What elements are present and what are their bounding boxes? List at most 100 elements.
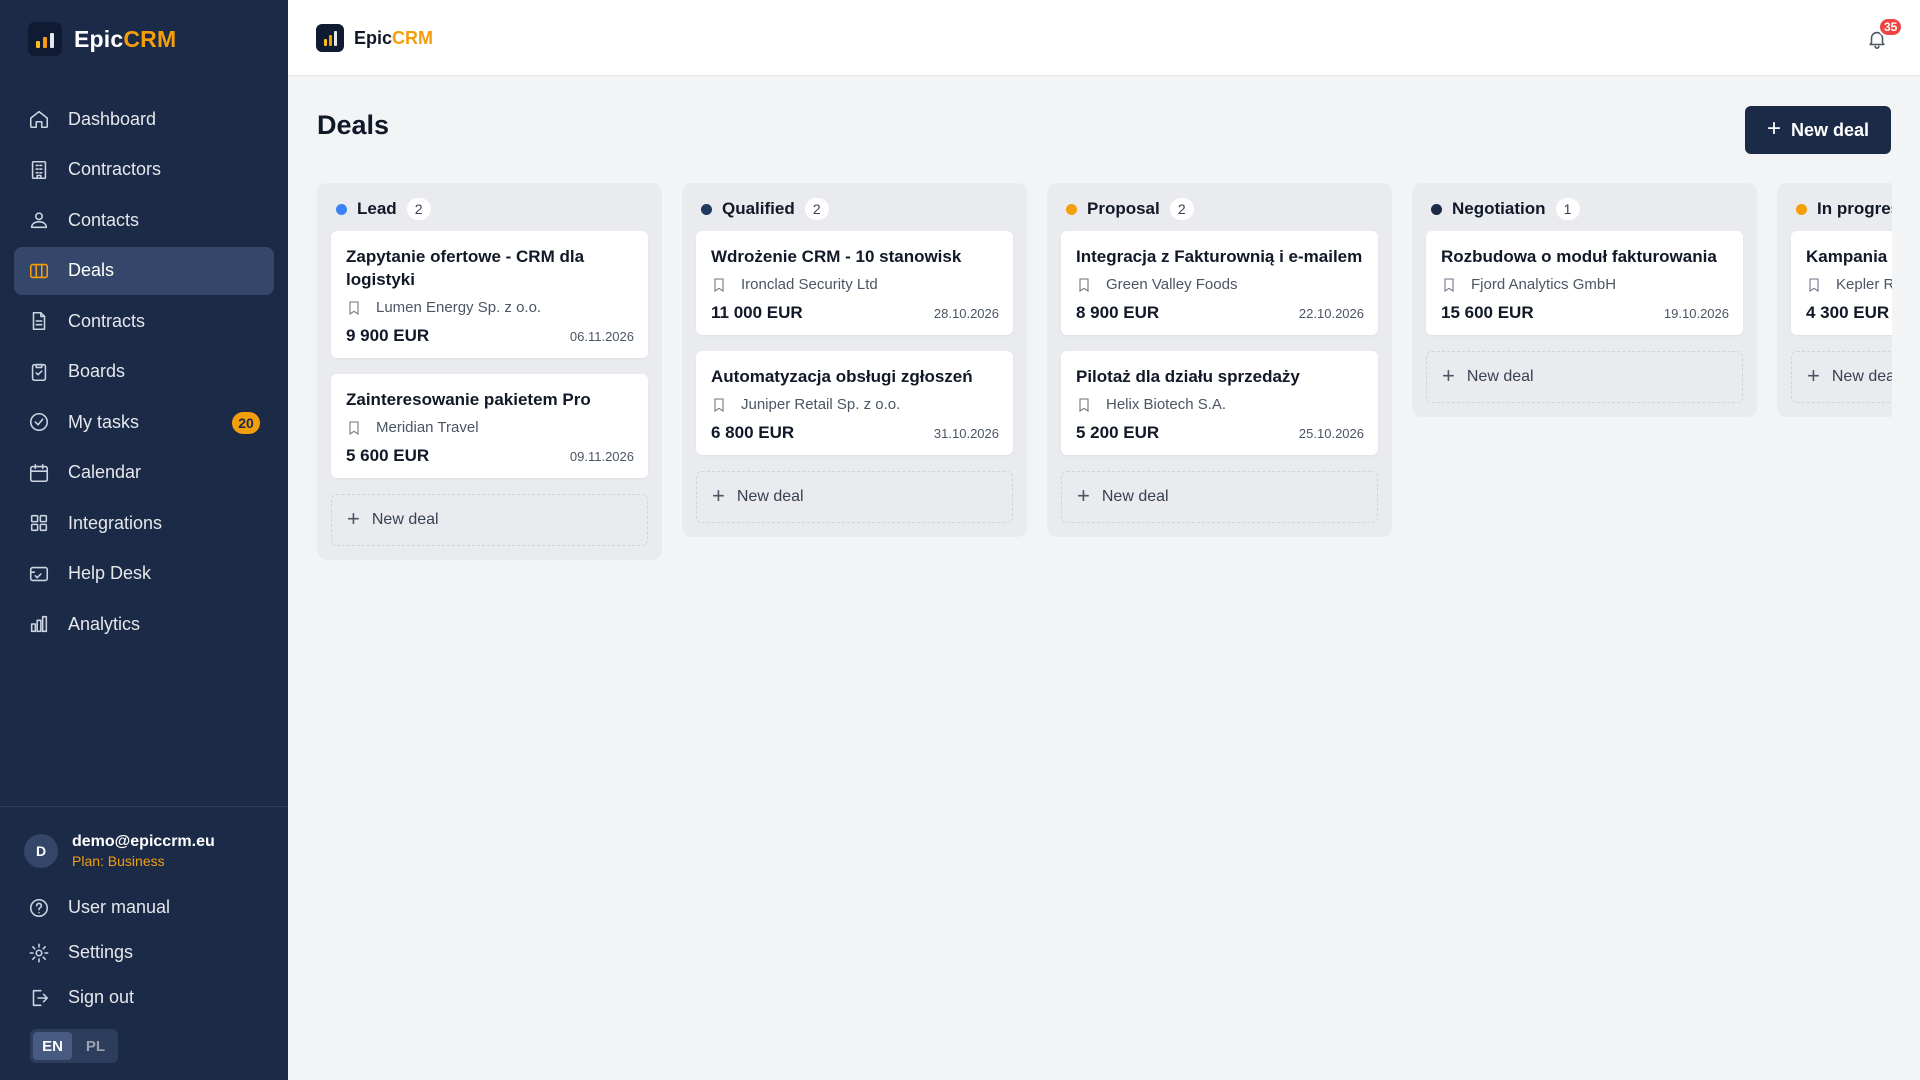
language-switcher: EN PL [30,1029,118,1063]
bookmark-icon [714,277,724,292]
deal-date: 28.10.2026 [933,306,999,321]
deal-card[interactable]: Wdrożenie CRM - 10 stanowisk Ironclad Se… [696,231,1013,335]
language-en[interactable]: EN [33,1032,72,1060]
user-profile[interactable]: D demo@epiccrm.eu Plan: Business [24,833,215,869]
brand[interactable]: EpicCRM [28,22,176,56]
sidebar-item-label: Boards [68,361,126,381]
settings-link[interactable]: Settings [14,930,274,975]
deal-amount: 11 000 EUR [711,303,803,322]
sidebar-item-label: Contacts [68,209,140,230]
column-in-progress: In progress 1 Kampania Kepler R 4 300 EU… [1777,183,1892,417]
sidebar-item-label: My tasks [68,411,140,432]
column-title: In progress [1817,199,1892,218]
sidebar-item-boards[interactable]: Boards [14,348,274,396]
document-icon [28,310,50,332]
deal-card[interactable]: Rozbudowa o moduł fakturowania Fjord Ana… [1426,231,1743,335]
column-title: Lead [357,199,397,218]
sidebar-item-contractors[interactable]: Contractors [14,146,274,194]
building-icon [28,159,50,181]
add-deal-button[interactable]: + New deal [696,471,1013,523]
avatar: D [24,834,58,868]
deal-card[interactable]: Integracja z Fakturownią i e-mailem Gree… [1061,231,1378,335]
tasks-count-badge: 20 [232,412,260,434]
column-lead: Lead 2 Zapytanie ofertowe - CRM dla logi… [317,183,662,560]
sign-out-icon [28,987,50,1009]
sidebar-item-label: Deals [68,260,115,280]
bookmark-icon [1079,397,1089,412]
footer-nav: User manual Settings Sign out [14,885,274,1020]
sidebar: EpicCRM Dashboard Contractors Contacts D… [0,0,288,1080]
home-icon [28,108,50,130]
deal-company: Meridian Travel [346,419,634,436]
deal-amount: 6 800 EUR [711,423,795,442]
bookmark-icon [349,300,359,315]
language-pl[interactable]: PL [76,1032,115,1060]
deal-title: Pilotaż dla działu sprzedaży [1076,367,1300,386]
deal-card[interactable]: Zainteresowanie pakietem Pro Meridian Tr… [331,374,648,478]
new-deal-button-label: New deal [1790,119,1870,140]
column-header: In progress 1 [1796,197,1892,221]
sidebar-item-integrations[interactable]: Integrations [14,499,274,547]
deal-title: Wdrożenie CRM - 10 stanowisk [711,247,962,266]
sidebar-item-help-desk[interactable]: Help Desk [14,550,274,598]
sidebar-item-deals[interactable]: Deals [14,246,274,295]
deal-footer: 5 200 EUR 25.10.2026 [1076,423,1364,443]
column-count: 2 [804,198,829,220]
deal-date: 22.10.2026 [1298,306,1364,321]
sidebar-item-contacts[interactable]: Contacts [14,196,274,244]
sidebar-item-label: Contracts [68,310,146,331]
status-dot [1431,203,1442,215]
column-header: Lead 2 [336,197,648,221]
deal-title: Integracja z Fakturownią i e-mailem [1076,247,1363,266]
plus-icon: + [1766,115,1781,142]
logo-icon [28,22,62,56]
user-manual-link[interactable]: User manual [14,885,274,930]
sidebar-item-my-tasks[interactable]: My tasks 20 [14,398,274,446]
deal-title: Kampania [1806,247,1888,266]
logo-icon [316,24,344,52]
deal-date: 09.11.2026 [569,449,634,464]
footer-item-label: Settings [68,942,134,962]
user-email: demo@epiccrm.eu [72,833,215,850]
add-deal-button[interactable]: + New deal [1791,351,1892,403]
add-deal-label: New deal [1831,368,1892,385]
sidebar-item-label: Calendar [68,462,142,482]
deal-footer: 4 300 EUR [1806,303,1892,323]
plus-icon: + [1807,363,1820,388]
column-header: Qualified 2 [701,197,1013,221]
add-deal-button[interactable]: + New deal [1426,351,1743,403]
add-deal-button[interactable]: + New deal [331,494,648,546]
sidebar-item-calendar[interactable]: Calendar [14,449,274,497]
grid-icon [28,512,50,534]
deal-amount: 15 600 EUR [1441,303,1534,322]
bookmark-icon [349,420,359,435]
topbar-brand[interactable]: EpicCRM [316,24,433,52]
sign-out-link[interactable]: Sign out [14,975,274,1020]
sidebar-item-contracts[interactable]: Contracts [14,297,274,345]
add-deal-button[interactable]: + New deal [1061,471,1378,523]
notifications-badge: 35 [1878,17,1904,37]
deal-company: Fjord Analytics GmbH [1441,276,1729,293]
deal-card[interactable]: Pilotaż dla działu sprzedaży Helix Biote… [1061,351,1378,455]
topbar: EpicCRM 35 [288,0,1920,76]
column-title: Negotiation [1452,199,1546,218]
notifications-button[interactable]: 35 [1866,17,1904,50]
deal-title: Zapytanie ofertowe - CRM dla logistyki [346,247,585,289]
bookmark-icon [1444,277,1454,292]
deal-title: Automatyzacja obsługi zgłoszeń [711,367,973,386]
sidebar-item-dashboard[interactable]: Dashboard [14,95,274,143]
bookmark-icon [1809,277,1819,292]
sidebar-item-analytics[interactable]: Analytics [14,600,274,648]
new-deal-button[interactable]: + New deal [1745,106,1891,154]
deal-card[interactable]: Automatyzacja obsługi zgłoszeń Juniper R… [696,351,1013,455]
deal-card[interactable]: Kampania Kepler R 4 300 EUR [1791,231,1892,335]
deal-date: 31.10.2026 [933,426,999,441]
sidebar-item-label: Dashboard [68,108,157,129]
deal-company: Ironclad Security Ltd [711,276,999,293]
deal-footer: 8 900 EUR 22.10.2026 [1076,303,1364,323]
deal-company: Juniper Retail Sp. z o.o. [711,396,999,413]
deal-card[interactable]: Zapytanie ofertowe - CRM dla logistyki L… [331,231,648,358]
footer-item-label: User manual [68,897,171,917]
column-header: Negotiation 1 [1431,197,1743,221]
deal-date: 25.10.2026 [1298,426,1364,441]
